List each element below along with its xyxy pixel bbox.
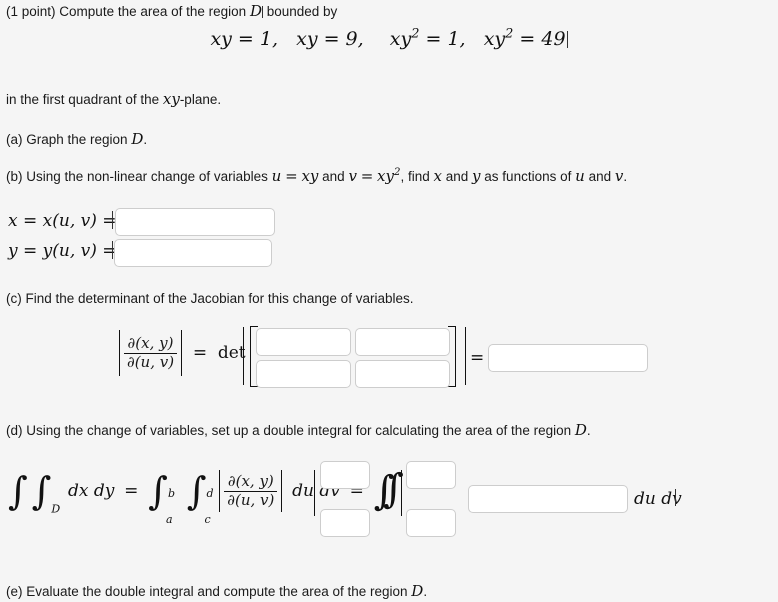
- det-label: det: [217, 343, 246, 363]
- determinant-equals: =: [470, 348, 485, 368]
- part-a-tail: .: [143, 132, 148, 147]
- det-vertical-bar: [243, 327, 245, 385]
- quadrant-line: in the first quadrant of the xy-plane.: [6, 90, 221, 109]
- integral-1: ∫: [8, 469, 28, 513]
- limit-lower-1-input[interactable]: [320, 509, 370, 537]
- jacobian-left-bar: [119, 330, 121, 376]
- x-row-caret: [112, 211, 113, 229]
- x-answer-input[interactable]: [115, 208, 275, 236]
- part-d-lead: (d) Using the change of variables, set u…: [6, 423, 572, 438]
- equation-caret: [566, 31, 568, 48]
- y-symbol-b: y: [472, 167, 481, 185]
- x-symbol-b: x: [433, 167, 442, 185]
- region-symbol-d: D: [574, 421, 587, 439]
- jacobian-matrix-12-input[interactable]: [355, 328, 450, 356]
- u-symbol-2: u: [575, 167, 585, 185]
- y-answer-input[interactable]: [114, 239, 272, 267]
- quadrant-text: in the first quadrant of the: [6, 92, 160, 107]
- and-3: and: [588, 169, 612, 184]
- text-caret-intro: [261, 6, 263, 18]
- jacobian-matrix-22-input[interactable]: [355, 360, 450, 388]
- intro-tail: bounded by: [266, 4, 338, 19]
- v-equals: =: [360, 167, 374, 185]
- x-function-label: x = x(u, v) =: [8, 211, 117, 231]
- and-2: and: [445, 169, 469, 184]
- formula-jacobian-left-bar: [219, 470, 221, 512]
- eq4: xy2 = 49: [483, 26, 566, 50]
- v-value: xy2: [377, 167, 401, 185]
- determinant-answer-input[interactable]: [488, 344, 648, 372]
- integral-4: ∫ d c: [186, 469, 214, 526]
- part-e-tail: .: [423, 584, 428, 599]
- part-d-line: (d) Using the change of variables, set u…: [6, 421, 591, 440]
- xy-plane-symbol: xy: [162, 90, 180, 108]
- display-equation: xy = 1, xy = 9, xy2 = 1, xy2 = 49: [0, 28, 778, 50]
- jacobian-matrix-11-input[interactable]: [256, 328, 351, 356]
- v-symbol: v: [348, 167, 357, 185]
- part-b-lead: (b) Using the non-linear change of varia…: [6, 169, 268, 184]
- part-a-label: (a) Graph the region: [6, 132, 128, 147]
- formula-jacobian-fraction: ∂(x, y) ∂(u, v): [224, 471, 278, 509]
- u-symbol: u: [271, 167, 282, 185]
- formula-jacobian-numerator: ∂(x, y): [227, 471, 274, 490]
- problem-page: (1 point) Compute the area of the region…: [0, 0, 778, 602]
- u-equals: =: [285, 167, 298, 185]
- limit-lower-2-input[interactable]: [406, 509, 456, 537]
- jacobian-numerator: ∂(x, y): [127, 333, 174, 352]
- part-a-line: (a) Graph the region D.: [6, 130, 147, 149]
- jacobian-right-bar: [180, 330, 183, 376]
- part-b-tail2: .: [623, 169, 628, 184]
- jacobian-matrix-21-input[interactable]: [256, 360, 351, 388]
- eq1: xy = 1,: [210, 28, 279, 50]
- u-value: xy: [301, 167, 319, 185]
- part-b-tail1: as functions of: [484, 169, 572, 184]
- limit-upper-2-input[interactable]: [406, 461, 456, 489]
- integral-6-bar: [401, 470, 403, 516]
- integral-2: ∫D: [31, 469, 61, 516]
- part-e-line: (e) Evaluate the double integral and com…: [6, 582, 427, 601]
- dudv-caret: [675, 489, 676, 506]
- and-1: and: [322, 169, 345, 184]
- integrand-input[interactable]: [468, 485, 628, 513]
- integral-3: ∫ b a: [148, 469, 175, 526]
- eq3: xy2 = 1,: [389, 26, 466, 50]
- dxdy-label: dx dy: [67, 481, 115, 501]
- jacobian-equals: =: [192, 343, 208, 363]
- points-label: (1 point): [6, 4, 56, 19]
- integral-5-bar: [314, 470, 316, 516]
- region-symbol-intro: D: [249, 2, 262, 20]
- y-row-caret: [112, 241, 113, 259]
- problem-intro-line: (1 point) Compute the area of the region…: [6, 2, 337, 21]
- y-function-label: y = y(u, v) =: [8, 241, 117, 261]
- formula-equals-1: =: [124, 481, 139, 501]
- part-c-line: (c) Find the determinant of the Jacobian…: [6, 291, 414, 306]
- part-b-mid: , find: [400, 169, 430, 184]
- formula-jacobian-right-bar: [281, 470, 283, 512]
- part-d-tail: .: [586, 423, 591, 438]
- region-symbol-a: D: [131, 130, 144, 148]
- jacobian-denominator: ∂(u, v): [123, 352, 178, 371]
- region-symbol-e: D: [411, 582, 424, 600]
- eq2: xy = 9,: [296, 28, 364, 50]
- limit-upper-1-input[interactable]: [320, 461, 370, 489]
- determinant-closing-bar: [465, 327, 467, 385]
- quadrant-tail: -plane.: [179, 92, 222, 107]
- formula-jacobian-denominator: ∂(u, v): [224, 490, 278, 509]
- part-b-line: (b) Using the non-linear change of varia…: [6, 167, 627, 186]
- part-e-text: (e) Evaluate the double integral and com…: [6, 584, 408, 599]
- jacobian-fraction: ∂(x, y) ∂(u, v): [123, 333, 178, 371]
- intro-text: Compute the area of the region: [59, 4, 247, 19]
- jacobian-expression: ∂(x, y) ∂(u, v) = det: [119, 330, 246, 390]
